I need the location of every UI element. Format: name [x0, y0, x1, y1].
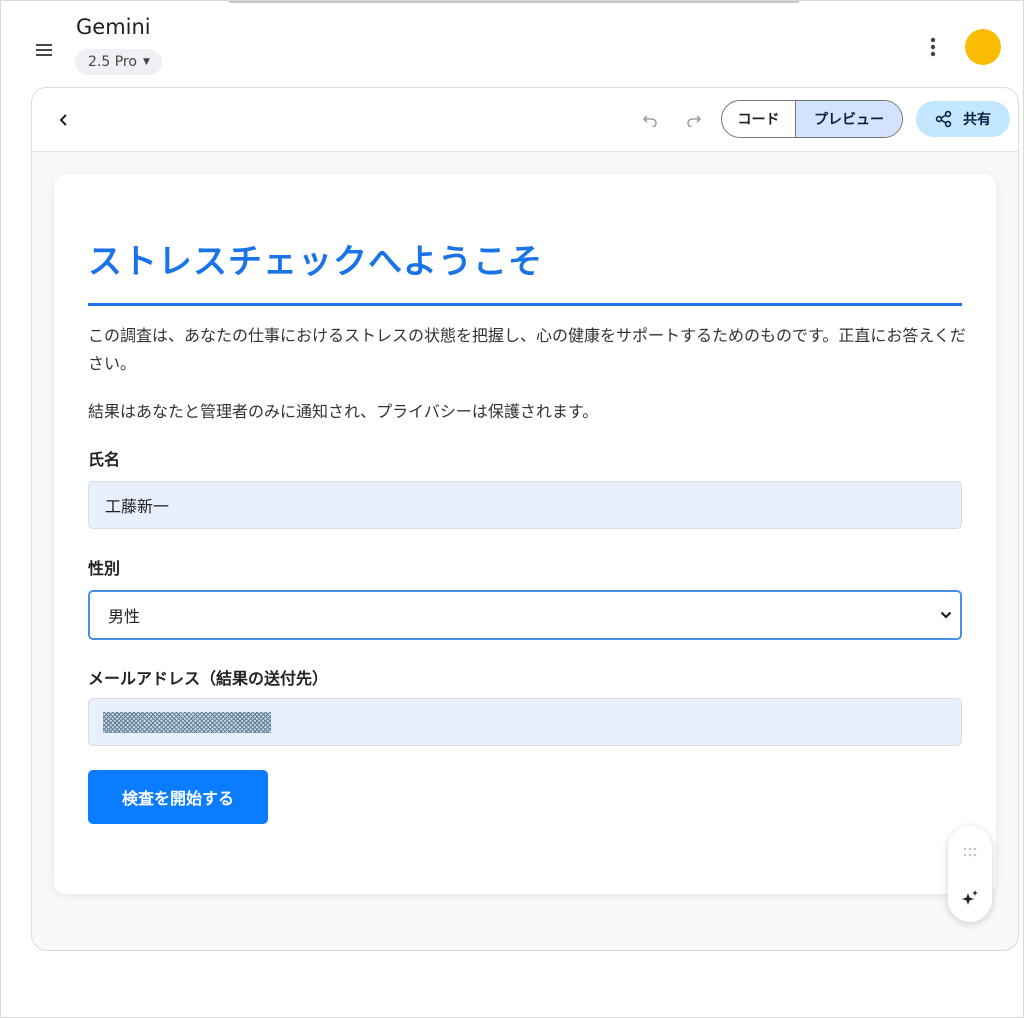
window-top-edge: [229, 1, 799, 3]
email-field[interactable]: [88, 698, 962, 746]
name-field[interactable]: [88, 481, 962, 529]
undo-icon[interactable]: [638, 108, 662, 132]
start-test-button[interactable]: 検査を開始する: [88, 770, 268, 824]
avatar[interactable]: [965, 29, 1001, 65]
app-title: Gemini: [76, 15, 151, 39]
gender-value: 男性: [108, 607, 141, 626]
page-title: ストレスチェックへようこそ: [88, 234, 962, 306]
canvas-panel: コード プレビュー 共有 ストレスチェックへようこそ この調査は、あなたの仕事に…: [31, 87, 1019, 951]
preview-card: ストレスチェックへようこそ この調査は、あなたの仕事におけるストレスの状態を把握…: [54, 174, 996, 894]
model-selector[interactable]: 2.5 Pro ▼: [75, 49, 162, 75]
more-vert-icon[interactable]: [921, 33, 945, 61]
tab-code[interactable]: コード: [722, 101, 796, 137]
name-label: 氏名: [88, 450, 121, 469]
share-label: 共有: [963, 112, 991, 128]
gender-select[interactable]: 男性: [88, 590, 962, 640]
app-window: Gemini 2.5 Pro ▼ コード プレビュー 共有 ストレスチェックへよ…: [0, 0, 1024, 1018]
share-icon: [935, 110, 952, 128]
chevron-left-icon[interactable]: [52, 108, 76, 132]
redacted-email: [103, 712, 271, 733]
floating-toolbar: [948, 826, 992, 922]
caret-down-icon: ▼: [142, 57, 150, 67]
canvas-toolbar: コード プレビュー 共有: [32, 88, 1018, 152]
share-button[interactable]: 共有: [916, 101, 1010, 137]
intro-text: この調査は、あなたの仕事におけるストレスの状態を把握し、心の健康をサポートするた…: [88, 326, 966, 373]
drag-grid-icon[interactable]: [960, 842, 980, 862]
redo-icon[interactable]: [682, 108, 706, 132]
tab-preview[interactable]: プレビュー: [796, 101, 902, 137]
model-label: 2.5 Pro: [88, 54, 137, 70]
sparkle-icon[interactable]: [958, 886, 982, 910]
gender-label: 性別: [88, 559, 121, 578]
privacy-text: 結果はあなたと管理者のみに通知され、プライバシーは保護されます。: [88, 402, 599, 421]
chevron-down-icon: [940, 611, 952, 619]
menu-icon[interactable]: [31, 37, 57, 63]
view-toggle: コード プレビュー: [721, 100, 903, 138]
email-label: メールアドレス（結果の送付先）: [88, 669, 329, 688]
